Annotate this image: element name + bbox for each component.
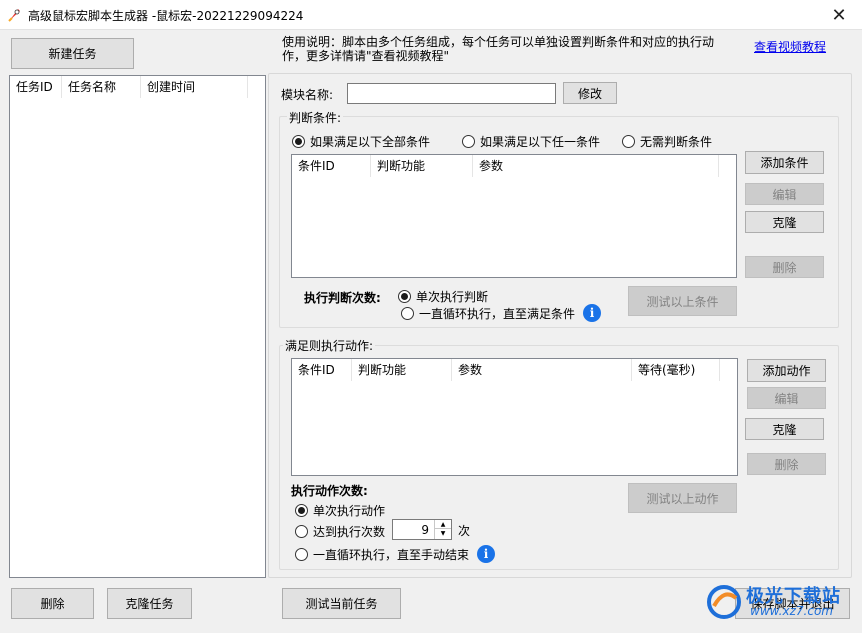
column-params[interactable]: 参数 <box>473 155 719 177</box>
radio-no-condition[interactable]: 无需判断条件 <box>622 133 712 150</box>
new-task-button[interactable]: 新建任务 <box>11 38 134 69</box>
column-action-function[interactable]: 判断功能 <box>352 359 452 381</box>
module-name-label: 模块名称: <box>281 88 334 102</box>
app-icon <box>8 9 20 22</box>
column-judge-function[interactable]: 判断功能 <box>371 155 473 177</box>
test-conditions-button[interactable]: 测试以上条件 <box>628 286 737 316</box>
add-action-button[interactable]: 添加动作 <box>747 359 826 382</box>
radio-loop-until-manual-label: 一直循环执行，直至手动结束 <box>313 547 470 562</box>
radio-any-condition-label: 如果满足以下任一条件 <box>480 135 601 149</box>
exec-action-count-label: 执行动作次数: <box>291 484 368 498</box>
task-list[interactable]: 任务ID 任务名称 创建时间 <box>9 75 266 578</box>
info-icon[interactable]: i <box>477 545 496 563</box>
stepper-down-icon[interactable]: ▼ <box>435 529 451 538</box>
close-button[interactable]: ✕ <box>816 0 862 30</box>
usage-description: 使用说明：脚本由多个任务组成，每个任务可以单独设置判断条件和对应的执行动作，更多… <box>282 35 715 63</box>
column-task-name[interactable]: 任务名称 <box>62 76 141 98</box>
conditions-list[interactable]: 条件ID 判断功能 参数 <box>291 154 737 278</box>
edit-action-button[interactable]: 编辑 <box>747 387 826 409</box>
radio-single-judge[interactable]: 单次执行判断 <box>398 288 488 305</box>
column-action-id[interactable]: 条件ID <box>292 359 352 381</box>
column-task-id[interactable]: 任务ID <box>10 76 62 98</box>
clone-task-button[interactable]: 克隆任务 <box>107 588 192 619</box>
radio-loop-until-manual[interactable]: 一直循环执行，直至手动结束 i <box>295 545 496 563</box>
radio-single-action[interactable]: 单次执行动作 <box>295 502 385 519</box>
stepper-up-icon[interactable]: ▲ <box>435 520 451 529</box>
modify-button[interactable]: 修改 <box>563 82 617 104</box>
delete-action-button[interactable]: 删除 <box>747 453 826 475</box>
column-wait-ms[interactable]: 等待(毫秒) <box>632 359 720 381</box>
info-icon[interactable]: i <box>583 304 602 322</box>
module-name-input[interactable] <box>347 83 556 104</box>
radio-button[interactable] <box>401 306 414 320</box>
exec-count-stepper[interactable]: 9 ▲ ▼ <box>392 519 452 540</box>
actions-list[interactable]: 条件ID 判断功能 参数 等待(毫秒) <box>291 358 738 476</box>
exec-judge-count-label: 执行判断次数: <box>304 291 381 305</box>
clone-action-button[interactable]: 克隆 <box>745 418 824 440</box>
radio-all-conditions-label: 如果满足以下全部条件 <box>310 135 431 149</box>
watermark-url: www.xz7.com <box>750 604 833 618</box>
test-actions-button[interactable]: 测试以上动作 <box>628 483 737 513</box>
watermark: 极光下载站 www.xz7.com <box>706 580 856 624</box>
delete-task-button[interactable]: 删除 <box>11 588 94 619</box>
clone-condition-button[interactable]: 克隆 <box>745 211 824 233</box>
test-current-task-button[interactable]: 测试当前任务 <box>282 588 401 619</box>
radio-button-checked[interactable] <box>398 290 411 303</box>
radio-button[interactable] <box>622 135 635 148</box>
radio-reach-count[interactable]: 达到执行次数 <box>295 523 385 540</box>
radio-button[interactable] <box>462 135 475 148</box>
column-action-params[interactable]: 参数 <box>452 359 632 381</box>
exec-count-value: 9 <box>421 523 429 537</box>
radio-reach-count-label: 达到执行次数 <box>313 525 386 539</box>
task-list-header: 任务ID 任务名称 创建时间 <box>10 76 265 98</box>
radio-button-checked[interactable] <box>292 135 305 148</box>
radio-loop-until-met[interactable]: 一直循环执行，直至满足条件 i <box>401 304 602 322</box>
count-unit-label: 次 <box>458 524 471 538</box>
radio-all-conditions[interactable]: 如果满足以下全部条件 <box>292 133 430 150</box>
radio-button-checked[interactable] <box>295 504 308 517</box>
radio-button[interactable] <box>295 525 308 538</box>
conditions-group-label: 判断条件: <box>287 109 344 126</box>
delete-condition-button[interactable]: 删除 <box>745 256 824 278</box>
stepper-arrows[interactable]: ▲ ▼ <box>434 520 451 539</box>
radio-single-judge-label: 单次执行判断 <box>416 290 489 304</box>
add-condition-button[interactable]: 添加条件 <box>745 151 824 174</box>
radio-button[interactable] <box>295 547 308 561</box>
video-tutorial-link[interactable]: 查看视频教程 <box>754 38 826 55</box>
column-condition-id[interactable]: 条件ID <box>292 155 371 177</box>
title-bar: 高级鼠标宏脚本生成器 -鼠标宏-20221229094224 ✕ <box>0 0 862 30</box>
actions-group-label: 满足则执行动作: <box>283 337 376 354</box>
radio-loop-until-met-label: 一直循环执行，直至满足条件 <box>419 306 576 321</box>
close-icon: ✕ <box>831 4 847 26</box>
edit-condition-button[interactable]: 编辑 <box>745 183 824 205</box>
radio-single-action-label: 单次执行动作 <box>313 504 386 518</box>
radio-no-condition-label: 无需判断条件 <box>640 135 713 149</box>
watermark-logo-icon <box>707 585 741 619</box>
radio-any-condition[interactable]: 如果满足以下任一条件 <box>462 133 600 150</box>
window-title: 高级鼠标宏脚本生成器 -鼠标宏-20221229094224 <box>28 9 304 23</box>
actions-list-header: 条件ID 判断功能 参数 等待(毫秒) <box>292 359 737 381</box>
column-created-time[interactable]: 创建时间 <box>141 76 248 98</box>
conditions-list-header: 条件ID 判断功能 参数 <box>292 155 736 177</box>
